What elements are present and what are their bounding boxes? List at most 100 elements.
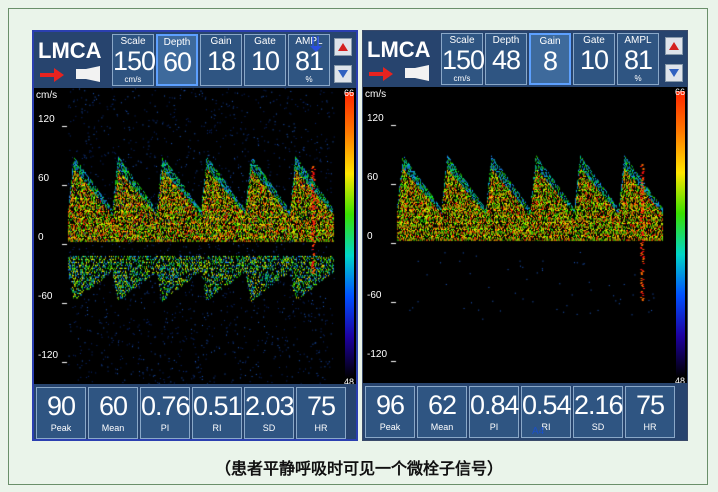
tick-label: -60 [367, 290, 382, 301]
increase-button[interactable] [665, 37, 683, 55]
arrow-up-icon [338, 43, 348, 51]
param-unit: cm/s [124, 75, 142, 84]
panel-header: LMCA Scale 150 cm/s Depth 60 Gain 18 Gat… [34, 32, 356, 88]
metric-value: 0.54 [522, 390, 572, 420]
metric-sd: 2.16 SD [573, 386, 624, 438]
tick-label: 60 [367, 172, 379, 183]
metric-pi: 0.76 PI [140, 387, 191, 439]
param-ampl[interactable]: AMPL 81 % [617, 33, 659, 85]
param-ampl[interactable]: AMPL 81 % [288, 34, 330, 86]
vessel-label: LMCA [367, 37, 431, 62]
increase-button[interactable] [334, 38, 352, 56]
velocity-unit-label: cm/s [365, 89, 387, 100]
tick-label: -120 [38, 350, 59, 361]
doppler-panel-right: LMCA Scale 150 cm/s Depth 48 Gain 8 Gate… [362, 30, 688, 441]
probe-icon [405, 65, 429, 81]
tick-label: 0 [367, 231, 373, 242]
metric-value: 0.84 [470, 390, 520, 420]
param-value: 48 [491, 45, 521, 75]
tick-label: 0 [38, 232, 44, 243]
metrics-bar: 96 Peak 62 Mean 0.84 PI 0.54 RI 2.16 SD … [363, 383, 687, 440]
metric-value: 75 [635, 390, 665, 420]
param-unit: cm/s [453, 74, 471, 83]
param-value: 8 [542, 46, 558, 76]
metric-label: SD [262, 423, 276, 433]
doppler-spectrum [363, 87, 675, 383]
embolus-marker-icon [310, 36, 322, 52]
metric-pi: 0.84 PI [469, 386, 520, 438]
param-value: 60 [162, 47, 192, 77]
param-value: 81 [294, 46, 324, 76]
metric-mean: 60 Mean [88, 387, 138, 439]
tick-label: 120 [38, 114, 55, 125]
direction-arrow-icon [40, 68, 64, 82]
param-depth[interactable]: Depth 60 [156, 34, 198, 86]
metric-peak: 90 Peak [36, 387, 86, 439]
metrics-bar: 90 Peak 60 Mean 0.76 PI 0.51 RI 2.03 SD … [34, 384, 356, 439]
param-value: 150 [442, 45, 485, 75]
metric-label: PI [160, 423, 170, 433]
metric-value: 0.51 [193, 391, 243, 421]
metric-label: PI [489, 422, 499, 432]
param-gate[interactable]: Gate 10 [244, 34, 286, 86]
arrow-up-icon [669, 42, 679, 50]
param-value: 150 [113, 46, 156, 76]
metric-ri: 0.54 RI [521, 386, 572, 438]
metric-ri: 0.51 RI [192, 387, 243, 439]
param-unit: % [305, 75, 313, 84]
param-value: 18 [206, 46, 236, 76]
marker-label: A4 [532, 426, 545, 437]
tick-label: -120 [367, 349, 388, 360]
param-scale[interactable]: Scale 150 cm/s [112, 34, 156, 86]
metric-value: 60 [98, 391, 128, 421]
doppler-panel-left: LMCA Scale 150 cm/s Depth 60 Gain 18 Gat… [32, 30, 358, 441]
figure-caption: （患者平静呼吸时可见一个微栓子信号） [214, 461, 503, 478]
colorbar-max-label: 66 [343, 88, 354, 98]
decrease-button[interactable] [665, 64, 683, 82]
param-value: 10 [579, 45, 609, 75]
param-gain[interactable]: Gain 18 [200, 34, 242, 86]
metric-value: 62 [427, 390, 457, 420]
metric-sd: 2.03 SD [244, 387, 295, 439]
doppler-spectrum [34, 88, 346, 384]
param-gain[interactable]: Gain 8 [529, 33, 571, 85]
arrow-down-icon [669, 69, 679, 77]
metric-value: 75 [306, 391, 336, 421]
param-value: 81 [623, 45, 653, 75]
metric-value: 2.16 [574, 390, 624, 420]
metric-hr: 75 HR [296, 387, 346, 439]
metric-label: RI [541, 422, 551, 432]
intensity-colorbar [676, 91, 685, 377]
metric-peak: 96 Peak [365, 386, 415, 438]
tick-label: -60 [38, 291, 53, 302]
metric-label: Mean [101, 423, 125, 433]
metric-label: HR [314, 423, 328, 433]
tick-label: 120 [367, 113, 384, 124]
metric-hr: 75 HR [625, 386, 675, 438]
metric-value: 0.76 [141, 391, 191, 421]
param-scale[interactable]: Scale 150 cm/s [441, 33, 485, 85]
metric-label: Mean [430, 422, 454, 432]
metric-label: HR [643, 422, 657, 432]
intensity-colorbar [345, 92, 354, 378]
probe-icon [76, 66, 100, 82]
metric-value: 2.03 [245, 391, 295, 421]
arrow-down-icon [338, 70, 348, 78]
metric-label: SD [591, 422, 605, 432]
param-unit: % [634, 74, 642, 83]
metric-label: Peak [50, 423, 72, 433]
colorbar-max-label: 66 [674, 87, 685, 97]
metric-mean: 62 Mean [417, 386, 467, 438]
velocity-unit-label: cm/s [36, 90, 58, 101]
decrease-button[interactable] [334, 65, 352, 83]
metric-value: 90 [46, 391, 76, 421]
metric-value: 96 [375, 390, 405, 420]
vessel-label: LMCA [38, 38, 102, 63]
direction-arrow-icon [369, 67, 393, 81]
param-gate[interactable]: Gate 10 [573, 33, 615, 85]
tick-label: 60 [38, 173, 50, 184]
metric-label: RI [212, 423, 222, 433]
param-value: 10 [250, 46, 280, 76]
panel-header: LMCA Scale 150 cm/s Depth 48 Gain 8 Gate… [363, 31, 687, 87]
param-depth[interactable]: Depth 48 [485, 33, 527, 85]
